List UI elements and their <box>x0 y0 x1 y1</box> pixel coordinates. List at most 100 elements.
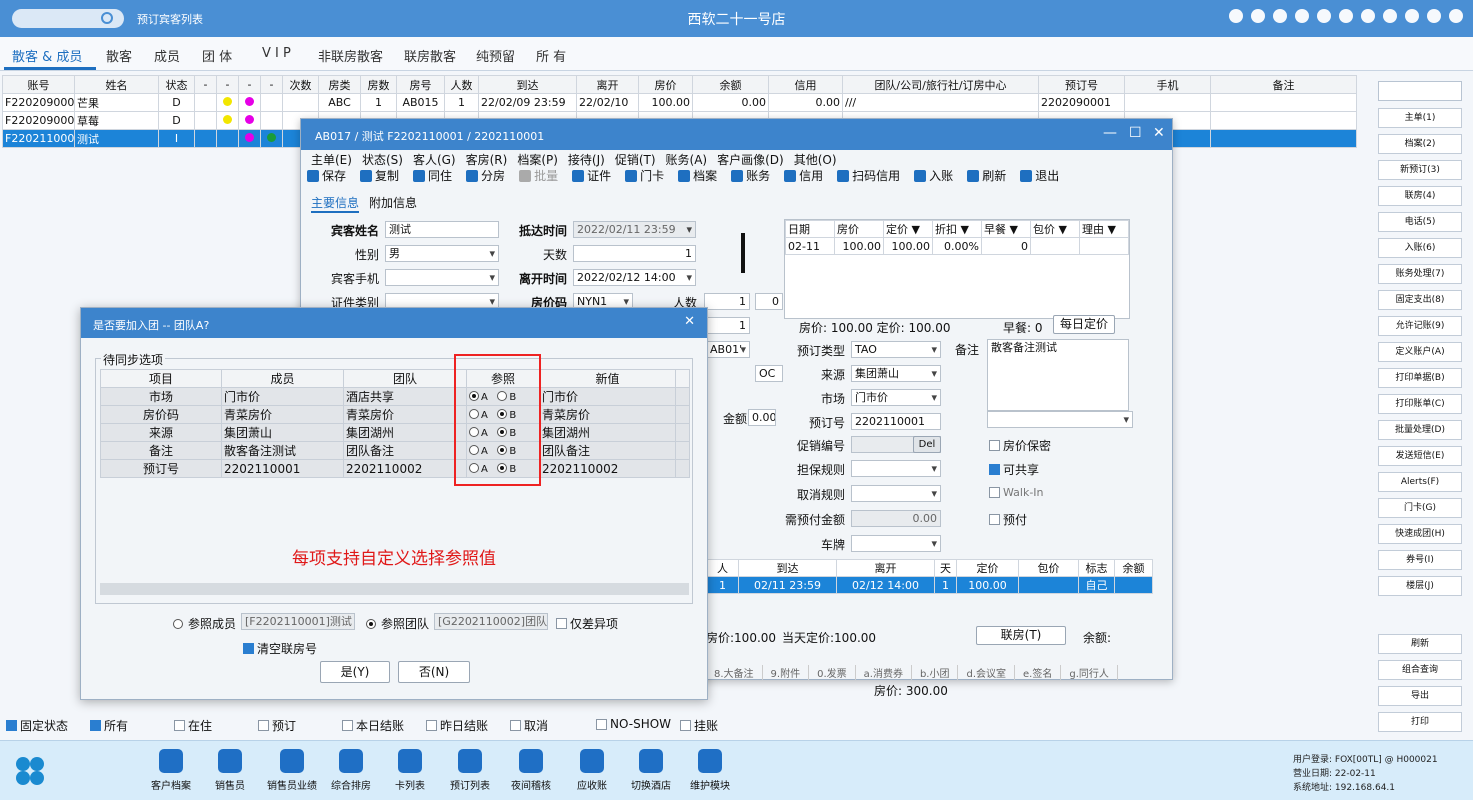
salesperson-button[interactable]: 销售员 <box>200 749 260 792</box>
room-summary-grid[interactable]: 人到达 离开天定价 包价 标志 余额 1 02/11 23:59 02/12 14:00 1 1… <box>706 559 1153 594</box>
theme-icon[interactable] <box>1361 9 1375 23</box>
define-account-button[interactable]: 定义账户(A) <box>1378 342 1462 362</box>
deposit-field[interactable]: 0.00 <box>851 510 941 527</box>
reservation-no-field[interactable]: 2202110001 <box>851 413 941 430</box>
guest-phone-field[interactable] <box>385 269 499 286</box>
room-count-field[interactable]: 1 <box>704 317 750 334</box>
door-card-tool-button[interactable]: 门卡 <box>625 167 664 184</box>
remark-textarea[interactable]: 散客备注测试 <box>987 339 1129 411</box>
sync-options-table[interactable]: 项目 成员 团队 参照 新值 市场 门市价 酒店共享 A B 门市价 房价码 青菜房价 青菜房价 A … <box>100 369 690 478</box>
table-row-selected[interactable]: 1 02/11 23:59 02/12 14:00 1 100.00 自己 <box>706 576 1153 594</box>
night-audit-button[interactable]: 夜间稽核 <box>501 749 561 792</box>
mail-icon[interactable] <box>1383 9 1397 23</box>
account-process-button[interactable]: 账务处理(7) <box>1378 264 1462 284</box>
card-list-button[interactable]: 卡列表 <box>380 749 440 792</box>
maintenance-button[interactable]: 维护模块 <box>680 749 740 792</box>
joint-room-button[interactable]: 联房(4) <box>1378 186 1462 206</box>
tab-group[interactable]: 团 体 <box>202 46 232 65</box>
new-reservation-button[interactable]: 新预订(3) <box>1378 160 1462 180</box>
market-select[interactable]: 门市价 <box>851 389 941 406</box>
filter-reserved[interactable]: 预订 <box>258 717 296 734</box>
post-charge-button[interactable]: 入账(6) <box>1378 238 1462 258</box>
alerts-button[interactable]: Alerts(F) <box>1378 472 1462 492</box>
guest-name-field[interactable]: 测试 <box>385 221 499 238</box>
credit-button[interactable]: 信用 <box>784 167 823 184</box>
table-row[interactable]: 02-11 100.00 100.00 0.00% 0 <box>785 237 1129 255</box>
tab-all[interactable]: 所 有 <box>536 46 566 65</box>
daily-rate-grid[interactable]: 日期 房价 定价 ▼ 折扣 ▼ 早餐 ▼ 包价 ▼ 理由 ▼ 02-11 100.00 100.… <box>784 219 1130 319</box>
table-row[interactable]: 房价码 青菜房价 青菜房价 A B 青菜房价 <box>100 405 690 424</box>
ref-member-field[interactable]: [F2202110001]测试 <box>241 613 355 630</box>
id-button[interactable]: 证件 <box>572 167 611 184</box>
table-row[interactable]: 备注 散客备注测试 团队备注 A B 团队备注 <box>100 441 690 460</box>
filter-all[interactable]: 所有 <box>90 717 128 734</box>
license-plate-select[interactable] <box>851 535 941 552</box>
combined-query-button[interactable]: 组合查询 <box>1378 660 1462 680</box>
children-field[interactable]: 0 <box>755 293 783 310</box>
profile-tool-button[interactable]: 档案 <box>678 167 717 184</box>
reservation-list-button[interactable]: 预订列表 <box>440 749 500 792</box>
diff-only-checkbox[interactable]: 仅差异项 <box>556 615 618 632</box>
filter-today-checkout[interactable]: 本日结账 <box>342 717 404 734</box>
walkin-checkbox[interactable]: Walk-In <box>989 486 1044 499</box>
receivable-button[interactable]: 应收账 <box>562 749 622 792</box>
phone-button[interactable]: 电话(5) <box>1378 212 1462 232</box>
filter-fixed-status[interactable]: 固定状态 <box>6 717 68 734</box>
guarantee-rule-select[interactable] <box>851 460 941 477</box>
floor-button[interactable]: 楼层(J) <box>1378 576 1462 596</box>
table-row[interactable]: 市场 门市价 酒店共享 A B 门市价 <box>100 387 690 406</box>
quick-group-button[interactable]: 快速成团(H) <box>1378 524 1462 544</box>
shareable-checkbox[interactable]: 可共享 <box>989 461 1039 478</box>
post-button[interactable]: 入账 <box>914 167 953 184</box>
yes-button[interactable]: 是(Y) <box>320 661 390 683</box>
customer-profile-button[interactable]: 客户档案 <box>141 749 201 792</box>
batch-button[interactable]: 批量 <box>519 167 558 184</box>
rate-secret-checkbox[interactable]: 房价保密 <box>989 437 1051 454</box>
daily-rate-button[interactable]: 每日定价 <box>1053 315 1115 334</box>
ref-group-radio[interactable]: 参照团队 <box>366 615 429 632</box>
amount-field[interactable]: 0.00 <box>748 409 776 426</box>
table-row[interactable]: 来源 集团萧山 集团湖州 A B 集团湖州 <box>100 423 690 442</box>
profile-button[interactable]: 档案(2) <box>1378 134 1462 154</box>
horizontal-scrollbar[interactable] <box>100 583 689 595</box>
tab-joint[interactable]: 联房散客 <box>404 46 456 65</box>
save-button[interactable]: 保存 <box>307 167 346 184</box>
wifi-icon[interactable] <box>1229 9 1243 23</box>
send-sms-button[interactable]: 发送短信(E) <box>1378 446 1462 466</box>
gender-select[interactable]: 男 <box>385 245 499 262</box>
table-row[interactable]: F2202090001 芒果 D ABC 1 AB015 1 22/02/09 23:59 22… <box>2 93 1357 112</box>
remark-select[interactable] <box>987 411 1133 428</box>
split-room-button[interactable]: 分房 <box>466 167 505 184</box>
table-row[interactable]: 预订号 2202110001 2202110002 A B 2202110002 <box>100 459 690 478</box>
gear-icon[interactable] <box>1427 9 1441 23</box>
user-icon[interactable] <box>1317 9 1331 23</box>
departure-time-field[interactable]: 2022/02/12 14:00 <box>573 269 696 286</box>
account-tool-button[interactable]: 账务 <box>731 167 770 184</box>
reservation-type-select[interactable]: TAO <box>851 341 941 358</box>
allow-charge-button[interactable]: 允许记账(9) <box>1378 316 1462 336</box>
share-room-button[interactable]: 同住 <box>413 167 452 184</box>
filter-yesterday-checkout[interactable]: 昨日结账 <box>426 717 488 734</box>
phone-icon[interactable] <box>1273 9 1287 23</box>
scan-credit-button[interactable]: 扫码信用 <box>837 167 900 184</box>
close-icon[interactable]: ✕ <box>1153 125 1165 141</box>
menu-icon[interactable] <box>1449 9 1463 23</box>
filter-no-show[interactable]: NO-SHOW <box>596 717 671 731</box>
tab-walkin-members[interactable]: 散客 & 成员 <box>12 46 82 65</box>
chat-icon[interactable] <box>1251 9 1265 23</box>
maximize-icon[interactable]: ☐ <box>1129 125 1142 141</box>
no-button[interactable]: 否(N) <box>398 661 470 683</box>
coupon-button[interactable]: 券号(I) <box>1378 550 1462 570</box>
palette-icon[interactable] <box>1295 9 1309 23</box>
tab-main-info[interactable]: 主要信息 <box>311 194 360 213</box>
star-icon[interactable] <box>1339 9 1353 23</box>
refresh-tool-button[interactable]: 刷新 <box>967 167 1006 184</box>
delete-promo-button[interactable]: Del <box>913 436 941 453</box>
tab-extra-info[interactable]: 附加信息 <box>369 194 417 213</box>
print-bill-button[interactable]: 打印账单(C) <box>1378 394 1462 414</box>
prepay-checkbox[interactable]: 预付 <box>989 511 1027 528</box>
ref-group-field[interactable]: [G2202110002]团队A <box>434 613 548 630</box>
tab-non-joint[interactable]: 非联房散客 <box>318 46 383 65</box>
filter-in-house[interactable]: 在住 <box>174 717 212 734</box>
door-card-button[interactable]: 门卡(G) <box>1378 498 1462 518</box>
